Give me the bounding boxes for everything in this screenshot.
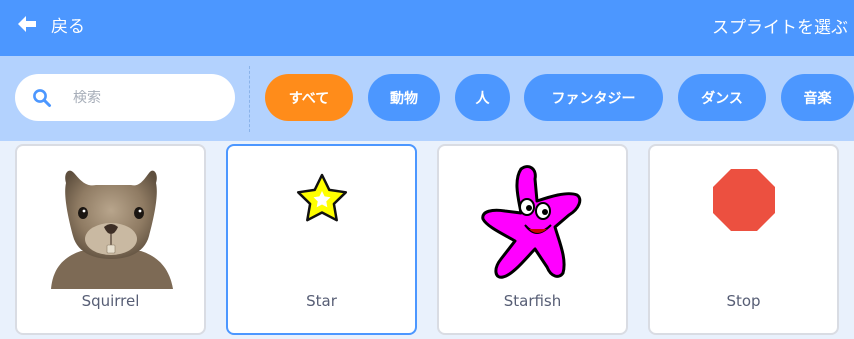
tag-people[interactable]: 人 (455, 74, 510, 121)
sprite-card-star[interactable]: Star (226, 144, 417, 335)
sprite-card-squirrel[interactable]: Squirrel (15, 144, 206, 335)
back-button[interactable]: 戻る (16, 12, 85, 37)
tag-dance[interactable]: ダンス (678, 74, 766, 121)
sprite-name: Stop (726, 292, 761, 310)
starfish-icon (439, 161, 626, 289)
star-icon (228, 161, 415, 289)
arrow-left-icon (16, 13, 38, 35)
tag-music[interactable]: 音楽 (781, 74, 854, 121)
sprite-name: Squirrel (81, 292, 140, 310)
tag-fantasy[interactable]: ファンタジー (524, 74, 663, 121)
search-box[interactable] (15, 74, 235, 121)
sprite-card-stop[interactable]: Stop (648, 144, 839, 335)
header-bar: 戻る スプライトを選ぶ (0, 0, 854, 56)
divider (249, 66, 250, 132)
back-label: 戻る (51, 16, 85, 37)
page-title: スプライトを選ぶ (712, 18, 848, 38)
stop-octagon-icon (650, 161, 837, 289)
search-icon (32, 88, 52, 108)
search-input[interactable] (73, 89, 213, 106)
sprite-card-starfish[interactable]: Starfish (437, 144, 628, 335)
tag-animals[interactable]: 動物 (368, 74, 440, 121)
filter-bar: すべて 動物 人 ファンタジー ダンス 音楽 (0, 56, 854, 141)
sprite-name: Star (306, 292, 337, 310)
squirrel-photo (17, 161, 204, 289)
sprite-name: Starfish (503, 292, 562, 310)
tag-all[interactable]: すべて (265, 74, 353, 121)
sprite-grid: Squirrel Star Starfish Stop (0, 141, 854, 339)
